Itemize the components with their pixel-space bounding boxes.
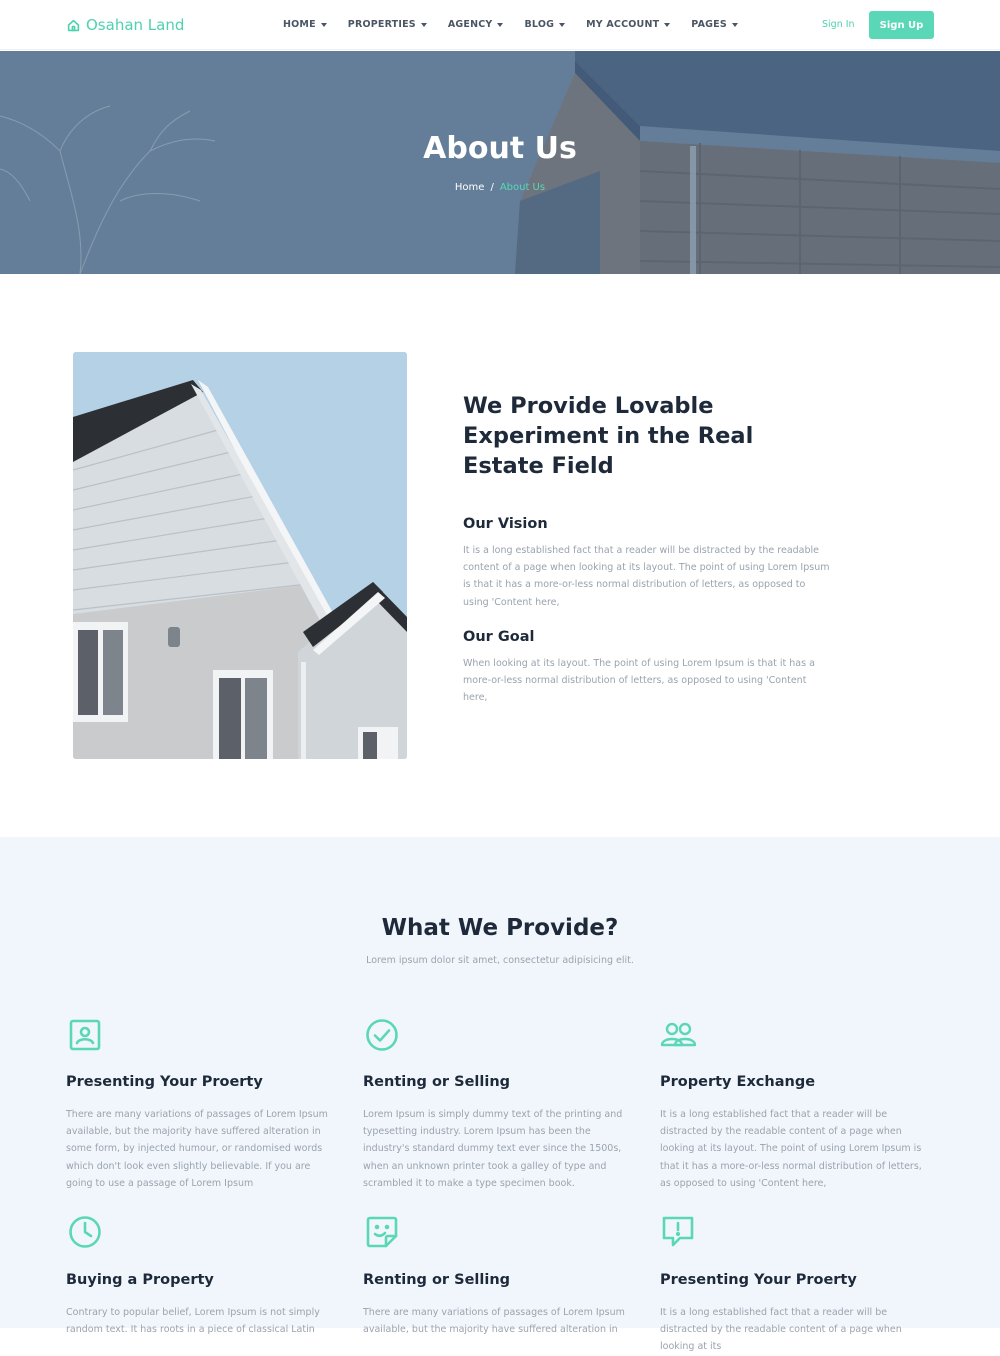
portrait-icon (69, 1019, 101, 1051)
provide-title: What We Provide? (381, 915, 619, 941)
nav-properties-label: PROPERTIES (347, 19, 416, 30)
chevron-down-icon (559, 22, 566, 27)
nav-properties[interactable]: PROPERTIES (348, 19, 427, 30)
chevron-down-icon (420, 22, 427, 27)
page-title: About Us (423, 131, 577, 166)
feature-title-4: Buying a Property (66, 1272, 214, 1288)
about-heading: We Provide Lovable Experiment in the Rea… (463, 393, 754, 479)
breadcrumb-home[interactable]: Home (455, 182, 485, 193)
nav-agency-label: AGENCY (447, 19, 493, 30)
feature-text-2: Lorem Ipsum is simply dummy text of the … (363, 1109, 623, 1189)
sticker-smile-icon (366, 1216, 398, 1248)
brand-logo[interactable]: Osahan Land (67, 16, 184, 34)
sign-in-link[interactable]: Sign In (822, 19, 855, 30)
nav-my-account-label: MY ACCOUNT (586, 19, 660, 30)
nav-pages[interactable]: PAGES (691, 19, 738, 30)
nav-my-account[interactable]: MY ACCOUNT (586, 19, 671, 30)
clock-icon (69, 1216, 101, 1248)
feature-text-1: There are many variations of passages of… (66, 1109, 328, 1189)
chevron-down-icon (664, 22, 671, 27)
main-menu: HOME PROPERTIES AGENCY BLOG MY ACCOUNT P… (283, 19, 738, 30)
vision-text: It is a long established fact that a rea… (463, 545, 830, 608)
check-circle-icon (366, 1019, 398, 1051)
sign-up-button[interactable]: Sign Up (869, 11, 934, 39)
users-icon (660, 1022, 696, 1047)
nav-agency[interactable]: AGENCY (448, 19, 504, 30)
page-banner: About Us Home / About Us (0, 51, 1000, 274)
feature-text-3: It is a long established fact that a rea… (660, 1109, 922, 1189)
feature-text-6: It is a long established fact that a rea… (660, 1307, 902, 1353)
navbar: Osahan Land HOME PROPERTIES AGENCY BLOG … (0, 0, 1000, 50)
chevron-down-icon (497, 22, 504, 27)
breadcrumb-separator: / (490, 182, 494, 193)
message-alert-icon (662, 1216, 694, 1247)
goal-title: Our Goal (463, 629, 535, 645)
nav-blog-label: BLOG (524, 19, 555, 30)
home-icon (67, 19, 80, 31)
nav-home[interactable]: HOME (283, 19, 327, 30)
feature-title-3: Property Exchange (660, 1074, 816, 1090)
breadcrumb-current: About Us (499, 182, 546, 193)
nav-blog[interactable]: BLOG (524, 19, 566, 30)
goal-text: When looking at its layout. The point of… (463, 658, 815, 704)
feature-title-2: Renting or Selling (363, 1074, 511, 1090)
chevron-down-icon (731, 22, 738, 27)
nav-pages-label: PAGES (691, 19, 727, 30)
vision-title: Our Vision (463, 516, 548, 532)
feature-text-4: Contrary to popular belief, Lorem Ipsum … (66, 1307, 320, 1336)
feature-title-6: Presenting Your Proerty (660, 1272, 857, 1288)
nav-home-label: HOME (283, 19, 316, 30)
feature-text-5: There are many variations of passages of… (363, 1307, 625, 1336)
feature-title-5: Renting or Selling (363, 1272, 511, 1288)
breadcrumb: Home / About Us (0, 182, 1000, 193)
chevron-down-icon (320, 22, 327, 27)
brand-name: Osahan Land (86, 16, 185, 34)
provide-subtitle: Lorem ipsum dolor sit amet, consectetur … (366, 955, 634, 966)
feature-title-1: Presenting Your Proerty (66, 1074, 263, 1090)
house-photo (73, 352, 407, 759)
